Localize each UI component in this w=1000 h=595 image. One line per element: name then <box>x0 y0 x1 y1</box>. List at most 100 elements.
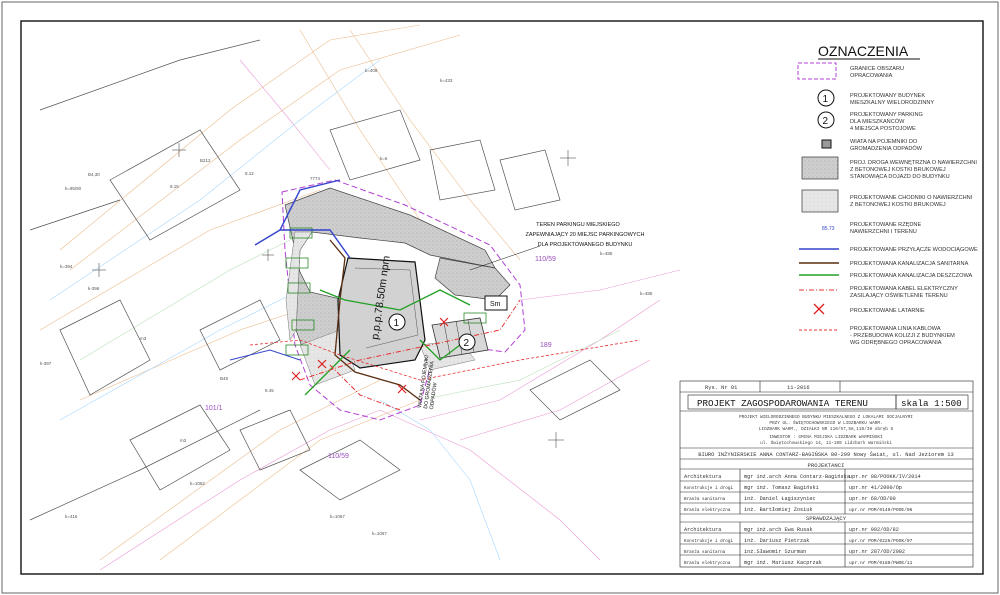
checker-3-role: Branża elektryczna <box>684 561 731 566</box>
svg-text:k=6: k=6 <box>380 156 388 161</box>
svg-text:k=394: k=394 <box>60 264 73 269</box>
office-line: BIURO INŻYNIERSKIE ANNA CONTARZ-BAGIŃSKA… <box>698 451 954 458</box>
designer-2-role: Branża sanitarna <box>684 497 726 502</box>
legend-symbol-lamp <box>813 303 825 315</box>
legend-symbol-parking-label: 2 <box>823 116 829 127</box>
parcel-label-c: 101/1 <box>205 405 223 412</box>
svg-text:k-396: k-396 <box>88 286 100 291</box>
svg-text:7774: 7774 <box>310 176 321 181</box>
parking-marker-label: 2 <box>464 338 470 349</box>
legend-item-11-line-0: PROJEKTOWANE LATARNIE <box>850 308 925 314</box>
legend-item-10-line-0: PROJEKTOWANA KABEL ELEKTRYCZNY <box>850 286 958 292</box>
legend-item-2-line-2: 4 MIEJSCA POSTOJOWE <box>850 126 916 132</box>
legend-item-9-line-0: PROJEKTOWANA KANALIZACJA DESZCZOWA <box>850 273 973 279</box>
parking-note-2: ZAPEWNIAJĄCY 20 MIEJSC PARKINGOWYCH <box>526 232 645 238</box>
legend-item-12-line-2: WG ODRĘBNEGO OPRACOWANIA <box>850 340 942 346</box>
legend-symbol-road <box>801 156 839 180</box>
legend-symbol-boundary <box>797 62 837 80</box>
designer-1-role: Konstrukcje i drogi <box>684 486 733 491</box>
svg-text:k=1062: k=1062 <box>190 481 205 486</box>
svg-text:B212: B212 <box>200 158 211 163</box>
svg-text:m3: m3 <box>180 438 187 443</box>
svg-text:k=1067: k=1067 <box>372 531 387 536</box>
svg-text:B48: B48 <box>220 376 229 381</box>
checkers-header: SPRAWDZAJĄCY <box>806 515 847 522</box>
designer-0-role: Architektura <box>684 474 721 480</box>
legend-item-1-line-0: PROJEKTOWANY BUDYNEK <box>850 93 925 99</box>
legend-item-3-line-1: GROMADZENIA ODPADÓW <box>850 145 923 152</box>
designer-3-role: Branża elektryczna <box>684 508 731 513</box>
svg-text:8.12: 8.12 <box>245 171 254 176</box>
designer-2-perm: upr.nr 68/OD/00 <box>849 496 896 502</box>
checker-3-perm: upr.nr POM/0189/PWOE/11 <box>849 560 913 566</box>
legend-item-6-line-1: NAWIERZCHNI I TERENU <box>850 229 917 235</box>
svg-text:8.45: 8.45 <box>265 388 274 393</box>
svg-text:k=433: k=433 <box>440 78 453 83</box>
checker-0-name: mgr inż.arch Ewa Rusak <box>744 527 813 533</box>
legend-item-5-line-1: Z BETONOWEJ KOSTKI BRUKOWEJ <box>850 202 946 208</box>
designers-header: PROJEKTANCI <box>808 462 845 469</box>
checker-2-role: Branża sanitarna <box>684 550 726 555</box>
checker-1-name: inż. Dariusz Pietrzak <box>744 538 809 544</box>
checker-1-perm: upr.nr POM/0226/POOK/07 <box>849 538 913 544</box>
legend-item-10-line-1: ZASILAJĄCY OŚWIETLENIE TERENU <box>850 291 948 299</box>
checker-0-perm: upr.nr 902/OD/82 <box>849 527 899 533</box>
desc-line-2: LIDZBARK WARM., DZIAŁKI NR 110/57,58,110… <box>759 427 894 432</box>
parcel-label-b: 110/59 <box>328 453 349 460</box>
legend-item-2-line-0: PROJEKTOWANY PARKING <box>850 112 923 118</box>
legend-item-3-line-0: WIATA NA POJEMNIKI DO <box>850 139 918 145</box>
legend-item-12-line-1: - PRZEBUDOWA KOLIZJI Z BUDYNKIEM <box>850 333 955 339</box>
parking-note-1: TEREN PARKINGU MIEJSKIEGO <box>536 222 620 228</box>
building-marker-label: 1 <box>394 318 400 329</box>
site-plan: B2128.12 B4,308.15 k=95/90k=394 7774k=6 … <box>29 24 681 571</box>
svg-text:k=1067: k=1067 <box>330 514 345 519</box>
drawing-title: PROJEKT ZAGOSPODAROWANIA TERENU <box>697 398 868 409</box>
designer-1-name: mgr inż. Tomasz Bagiński <box>744 485 819 491</box>
legend-item-1-line-1: MIESZKALNY WIELORODZINNY <box>850 100 934 106</box>
legend-title: OZNACZENIA <box>818 43 909 59</box>
svg-text:m3: m3 <box>140 336 147 341</box>
legend-item-5-line-0: PROJEKTOWANE CHODNIKI O NAWIERZCHNI <box>850 195 973 201</box>
desc-line-0: PROJEKT WIELORODZINNEGO BUDYNKU MIESZKAL… <box>739 415 913 420</box>
checker-2-name: inż.Sławomir Szurman <box>744 549 806 555</box>
legend-symbol-shelter <box>821 139 832 149</box>
legend-item-8-line-0: PROJEKTOWANA KANALIZACJA SANITARNA <box>850 261 969 267</box>
legend-item-4-line-2: STANOWIĄCA DOJAZD DO BUDYNKU <box>850 174 950 180</box>
designer-0-name: mgr inż.arch Anna Contarz-Bagińska <box>744 474 850 480</box>
waste-shelter-label: Sm <box>490 301 501 308</box>
drawing-sheet: B2128.12 B4,308.15 k=95/90k=394 7774k=6 … <box>1 1 999 594</box>
legend-item-0-line-0: GRANICE OBSZARU <box>850 66 904 72</box>
svg-text:k-397: k-397 <box>40 361 52 366</box>
checker-2-perm: upr.nr 287/OD/2002 <box>849 549 905 555</box>
legend: OZNACZENIA 1 2 85.73 GRANICE OBSZARU OPR… <box>797 43 978 346</box>
svg-text:k=416: k=416 <box>65 514 78 519</box>
legend-item-6-line-0: PROJEKTOWANE RZĘDNE <box>850 222 921 228</box>
parcel-label-a: 110/59 <box>535 256 556 263</box>
svg-text:k=485: k=485 <box>640 291 653 296</box>
svg-text:k=485: k=485 <box>600 251 613 256</box>
legend-symbol-elevation: 85.73 <box>822 226 835 232</box>
legend-item-4-line-0: PROJ. DROGA WEWNĘTRZNA O NAWIERZCHNI <box>850 160 977 166</box>
legend-item-2-line-1: DLA MIESZKAŃCÓW <box>850 118 905 125</box>
legend-item-7-line-0: PROJEKTOWANE PRZYŁĄCZE WODOCIĄGOWE <box>850 247 978 253</box>
legend-item-12-line-0: PROJEKTOWANA LINIA KABLOWA <box>850 326 941 332</box>
designer-0-perm: upr.nr 08/POOKK/IV/2014 <box>849 474 921 480</box>
legend-symbol-building-label: 1 <box>823 94 829 105</box>
svg-text:k=408: k=408 <box>365 68 378 73</box>
sheet-date: 11-2016 <box>787 385 810 391</box>
parcel-label-d: 189 <box>540 342 552 349</box>
sheet-number: Rys. Nr 01 <box>705 385 737 391</box>
checker-0-role: Architektura <box>684 527 721 533</box>
legend-symbol-sidewalk <box>801 189 839 213</box>
svg-text:B4,30: B4,30 <box>88 172 100 177</box>
desc-line-1: PRZY UL. ŚWIĘTOCHOWSKIEGO W LIDZBARKU WA… <box>769 421 882 426</box>
checker-1-role: Konstrukcje i drogi <box>684 539 733 544</box>
designer-3-name: inż. Bartłomiej Zosiuk <box>744 507 813 513</box>
legend-item-0-line-1: OPRACOWANIA <box>850 73 893 79</box>
svg-text:8.15: 8.15 <box>170 184 179 189</box>
investor-line-1: ul. Świętochowskiego 14, 11-100 Lidzbark… <box>760 441 892 446</box>
legend-item-4-line-1: Z BETONOWEJ KOSTKI BRUKOWEJ <box>850 167 946 173</box>
drawing-scale: skala 1:500 <box>901 398 962 409</box>
parking-note-3: DLA PROJEKTOWANEGO BUDYNKU <box>538 242 633 248</box>
investor-line-0: INWESTOR : GMINA MIEJSKA LIDZBARK WARMIŃ… <box>769 435 883 440</box>
